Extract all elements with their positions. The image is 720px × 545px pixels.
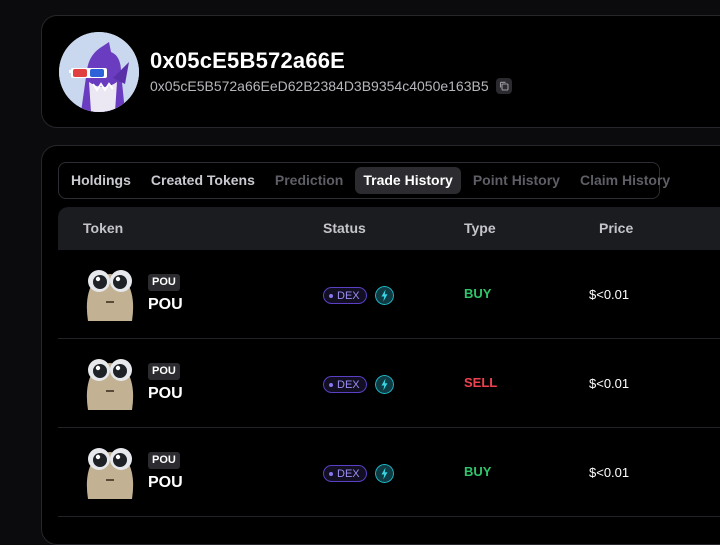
status-badge: DEX — [323, 376, 367, 393]
header-price: Price — [599, 220, 634, 236]
chain-logo-icon — [375, 286, 394, 305]
trade-price: $<0.01 — [589, 465, 630, 480]
tab-prediction[interactable]: Prediction — [267, 167, 351, 194]
trade-price: $<0.01 — [589, 287, 630, 302]
token-symbol-badge: POU — [148, 274, 180, 291]
status-badge: DEX — [323, 465, 367, 482]
status-label: DEX — [337, 467, 360, 480]
profile-name: 0x05cE5B572a66E — [150, 48, 346, 73]
tab-trade-history[interactable]: Trade History — [355, 167, 461, 194]
wallet-address: 0x05cE5B572a66EeD62B2384D3B9354c4050e163… — [150, 78, 512, 94]
tab-claim-history[interactable]: Claim History — [572, 167, 678, 194]
status-label: DEX — [337, 378, 360, 391]
header-status: Status — [323, 220, 366, 236]
token-name: POU — [148, 296, 183, 313]
wallet-address-text: 0x05cE5B572a66EeD62B2384D3B9354c4050e163… — [150, 78, 489, 94]
pou-token-icon — [86, 270, 134, 321]
pou-token-icon — [86, 359, 134, 410]
table-row[interactable]: POU POU DEX SELL $<0.01 — [58, 339, 720, 428]
token-name: POU — [148, 385, 183, 402]
tab-created-tokens[interactable]: Created Tokens — [143, 167, 263, 194]
trade-history-table: Token Status Type Price POU POU DEX BUY … — [58, 207, 720, 544]
header-token: Token — [83, 220, 124, 236]
copy-address-button[interactable] — [495, 78, 512, 94]
status-badge: DEX — [323, 287, 367, 304]
token-name: POU — [148, 474, 183, 491]
trade-type: SELL — [464, 375, 498, 390]
table-header: Token Status Type Price — [58, 207, 720, 250]
token-symbol-badge: POU — [148, 452, 180, 469]
trade-type: BUY — [464, 286, 492, 301]
token-symbol-badge: POU — [148, 363, 180, 380]
copy-icon — [499, 81, 509, 91]
chain-logo-icon — [375, 375, 394, 394]
status-dot-icon — [329, 471, 333, 476]
status-label: DEX — [337, 289, 360, 302]
pou-token-icon — [86, 448, 134, 499]
tab-point-history[interactable]: Point History — [465, 167, 568, 194]
chain-logo-icon — [375, 464, 394, 483]
header-type: Type — [464, 220, 496, 236]
status-dot-icon — [329, 382, 333, 387]
tab-holdings[interactable]: Holdings — [63, 167, 139, 194]
table-row[interactable]: POU POU DEX BUY $<0.01 — [58, 250, 720, 339]
profile-card: 0x05cE5B572a66E 0x05cE5B572a66EeD62B2384… — [41, 15, 720, 128]
table-row[interactable]: POU POU DEX BUY $<0.01 — [58, 428, 720, 517]
trade-type: BUY — [464, 464, 492, 479]
trade-history-card: Holdings Created Tokens Prediction Trade… — [41, 145, 720, 545]
trade-price: $<0.01 — [589, 376, 630, 391]
avatar — [59, 32, 139, 112]
status-dot-icon — [329, 293, 333, 298]
profile-tabs: Holdings Created Tokens Prediction Trade… — [58, 162, 670, 199]
